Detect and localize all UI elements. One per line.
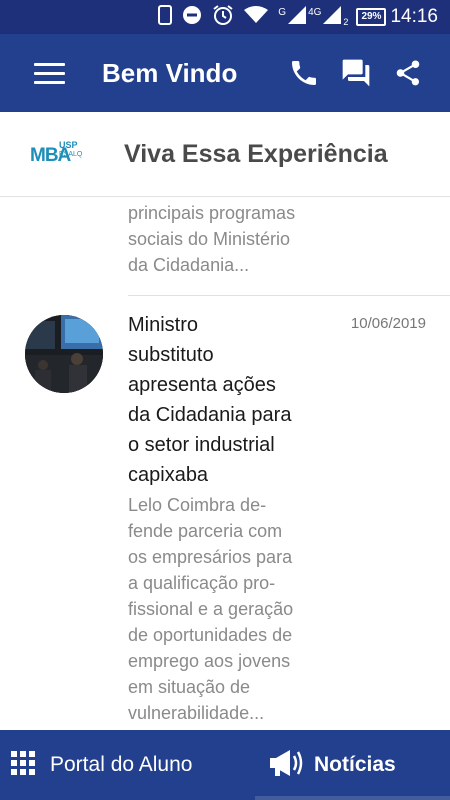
wifi-icon [244,5,269,29]
news-thumbnail [25,315,103,393]
news-description-line: fende parceria com [128,521,283,541]
grid-icon [10,750,36,781]
news-date: 10/06/2019 [350,315,426,332]
menu-icon[interactable] [34,61,70,85]
news-headline[interactable]: Ministro substituto apresenta ações da C… [128,310,328,490]
headline-line: da Cidadania para [128,404,292,426]
phone-icon[interactable] [286,55,322,91]
chat-icon[interactable] [338,55,374,91]
network-type-label: 4G [308,6,322,18]
news-description-line: os empresários para [128,547,293,567]
headline-line: o setor industrial [128,434,275,456]
news-description-line: da Cidadania... [128,255,250,275]
headline-line: substituto [128,344,214,366]
tab-portal-do-aluno[interactable]: Portal do Aluno [10,730,192,800]
signal-g-label: G [278,6,287,18]
app-bar-title: Bem Vindo [102,57,238,88]
sim2-label: 2 [343,17,349,27]
news-description-line: vulnerabilidade... [128,703,265,723]
news-description-line: sociais do Ministério [128,229,291,249]
do-not-disturb-icon [182,5,202,30]
news-description-line: em situação de [128,677,251,697]
clock: 14:16 [390,6,438,27]
app-bar: Bem Vindo [0,34,450,112]
tab-label: Notícias [314,753,396,776]
phone-outline-icon [158,4,173,30]
share-icon[interactable] [390,55,426,91]
alarm-icon [212,4,234,31]
tab-noticias[interactable]: Notícias [268,730,396,800]
bottom-navigation: Portal do Aluno Notícias [0,730,450,800]
headline-line: Ministro [128,314,199,336]
news-description-line: a qualificação pro- [128,573,276,593]
tab-label: Portal do Aluno [50,753,193,776]
news-list[interactable]: principais programas sociais do Ministér… [0,197,450,730]
news-description-line: principais programas [128,203,296,223]
mba-usp-esalq-logo: MBA USP ESALQ [30,140,83,167]
news-description-line: fissional e a geração [128,599,294,619]
headline-line: capixaba [128,464,209,486]
news-item[interactable]: principais programas sociais do Ministér… [0,200,450,295]
battery-icon: 29% [356,8,387,26]
battery-level: 29% [361,11,382,22]
news-description-line: de oportunidades de [128,625,293,645]
brand-header: MBA USP ESALQ Viva Essa Experiência [0,112,450,197]
headline-line: apresenta ações [128,374,276,396]
signal-icon [323,5,342,29]
status-bar: G 4G 2 29% 14:16 [0,0,450,34]
active-tab-indicator [255,796,450,800]
news-item[interactable]: Ministro substituto apresenta ações da C… [0,296,450,730]
news-description-line: Lelo Coimbra de- [128,495,267,515]
brand-slogan: Viva Essa Experiência [124,139,388,168]
news-description-line: emprego aos jovens [128,651,291,671]
megaphone-icon [268,748,304,783]
signal-icon [288,5,307,29]
